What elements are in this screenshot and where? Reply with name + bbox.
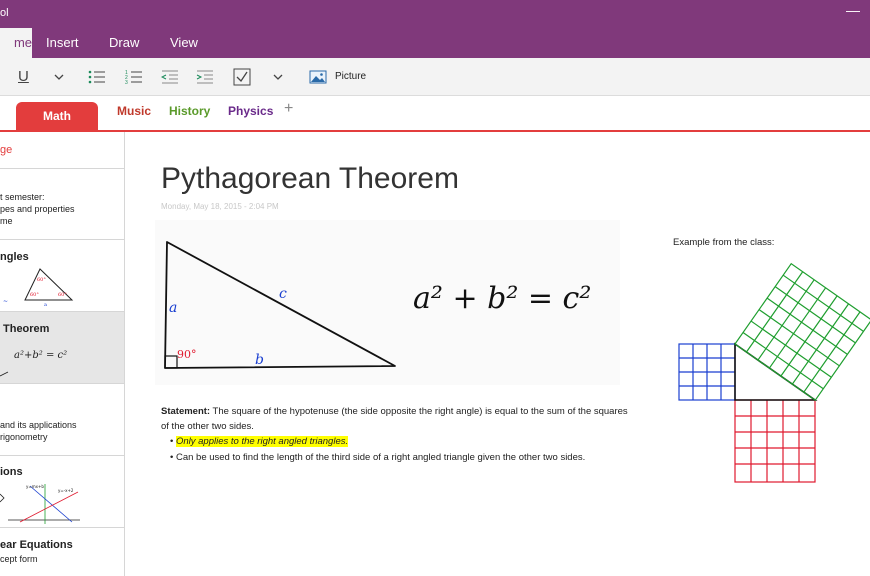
section-tab-math[interactable]: Math [16, 102, 98, 130]
ink-drawing[interactable]: a c b 90° a² + b² = c² [155, 220, 620, 385]
underline-button[interactable]: U [18, 58, 29, 95]
tab-insert[interactable]: Insert [46, 28, 79, 58]
page-date: Monday, May 18, 2015 - 2:04 PM [161, 202, 279, 211]
page-list: ge t semester: pes and properties me ngl… [0, 132, 125, 576]
example-squares-drawing[interactable] [675, 262, 870, 487]
bullet-list-button[interactable] [88, 58, 106, 95]
statement-paragraph[interactable]: Statement: The square of the hypotenuse … [161, 404, 631, 434]
page-title-text: ngles [0, 251, 29, 263]
ink-label-c: c [279, 286, 287, 302]
section-tabs: Math Music History Physics + [0, 96, 870, 132]
statement-text: The square of the hypotenuse (the side o… [161, 406, 628, 432]
bullet-item[interactable]: • Can be used to find the length of the … [170, 452, 585, 463]
section-tab-music[interactable]: Music [117, 104, 151, 118]
add-page-button[interactable]: ge [0, 144, 12, 156]
ink-equation: a² + b² = c² [413, 281, 591, 316]
section-tab-physics[interactable]: Physics [228, 104, 273, 118]
page-preview-line: and its applications [0, 420, 77, 430]
page-list-item[interactable]: ions y=mx+b y=-x+2 [0, 456, 124, 528]
window-title: ol [0, 7, 9, 19]
indent-button[interactable] [196, 58, 214, 95]
ink-label-a: a [169, 300, 177, 316]
example-label: Example from the class: [673, 237, 775, 248]
minimize-button[interactable]: — [846, 2, 860, 18]
page-list-item[interactable]: ngles 60° 60° 60° ~ a [0, 240, 124, 312]
page-preview-line: t semester: [0, 192, 45, 202]
tag-options-button[interactable] [271, 58, 285, 95]
svg-text:60°: 60° [30, 292, 39, 298]
tab-draw[interactable]: Draw [109, 28, 139, 58]
tab-home[interactable]: me [0, 28, 32, 58]
add-section-button[interactable]: + [284, 100, 293, 118]
note-canvas[interactable]: Pythagorean Theorem Monday, May 18, 2015… [125, 132, 870, 576]
tab-view[interactable]: View [170, 28, 198, 58]
title-bar: ol — [0, 0, 870, 28]
svg-text:y=mx+b: y=mx+b [26, 484, 44, 489]
page-title-text: Theorem [3, 323, 50, 335]
page-list-item[interactable]: t semester: pes and properties me [0, 169, 124, 240]
svg-text:60°: 60° [37, 277, 46, 283]
chevron-down-icon [273, 74, 283, 80]
checkbox-icon [233, 68, 251, 85]
page-preview-line: rigonometry [0, 432, 48, 442]
highlighted-bullet-text: Only applies to the right angled triangl… [175, 436, 349, 447]
ink-angle-label: 90° [177, 348, 197, 361]
picture-button[interactable]: Picture [309, 58, 366, 95]
numbered-list-icon: 1 2 3 [125, 70, 142, 85]
indent-icon [196, 70, 213, 83]
chevron-down-icon [54, 74, 64, 80]
page-title-text: ear Equations [0, 539, 73, 551]
section-tab-history[interactable]: History [169, 104, 210, 118]
outdent-icon [161, 70, 178, 83]
page-list-item[interactable]: and its applications rigonometry [0, 384, 124, 456]
statement-label: Statement: [161, 406, 211, 417]
triangle-thumbnail: 60° 60° 60° ~ a [3, 268, 74, 306]
numbered-list-button[interactable]: 1 2 3 [125, 58, 143, 95]
svg-text:3: 3 [125, 80, 128, 85]
svg-text:~: ~ [3, 298, 8, 305]
svg-text:a: a [44, 302, 47, 306]
equation-thumbnail: a²+b² = c² [0, 350, 67, 377]
page-preview-line: cept form [0, 554, 38, 564]
page-title[interactable]: Pythagorean Theorem [161, 162, 459, 196]
graph-thumbnail: y=mx+b y=-x+2 [0, 484, 80, 524]
todo-tag-button[interactable] [233, 58, 251, 95]
svg-text:a²+b² = c²: a²+b² = c² [14, 350, 67, 361]
bullet-item[interactable]: • Only applies to the right angled trian… [170, 436, 349, 447]
svg-text:y=-x+2: y=-x+2 [58, 488, 74, 493]
outdent-button[interactable] [161, 58, 179, 95]
ribbon-tabs: me Insert Draw View [0, 28, 870, 58]
page-title-text: ions [0, 466, 23, 478]
page-preview-line: me [0, 216, 13, 226]
toolbar: U 1 2 3 Picture [0, 58, 870, 96]
page-list-item-active[interactable]: Theorem a²+b² = c² [0, 312, 124, 384]
picture-icon [309, 70, 327, 83]
page-list-item[interactable]: ear Equations cept form [0, 528, 124, 576]
page-preview-line: pes and properties [0, 204, 75, 214]
bullet-text: Can be used to find the length of the th… [175, 452, 586, 463]
underline-options-button[interactable] [52, 58, 66, 95]
picture-label: Picture [335, 71, 367, 82]
bullet-list-icon [88, 70, 105, 83]
ink-label-b: b [255, 352, 264, 368]
svg-text:60°: 60° [58, 292, 67, 298]
